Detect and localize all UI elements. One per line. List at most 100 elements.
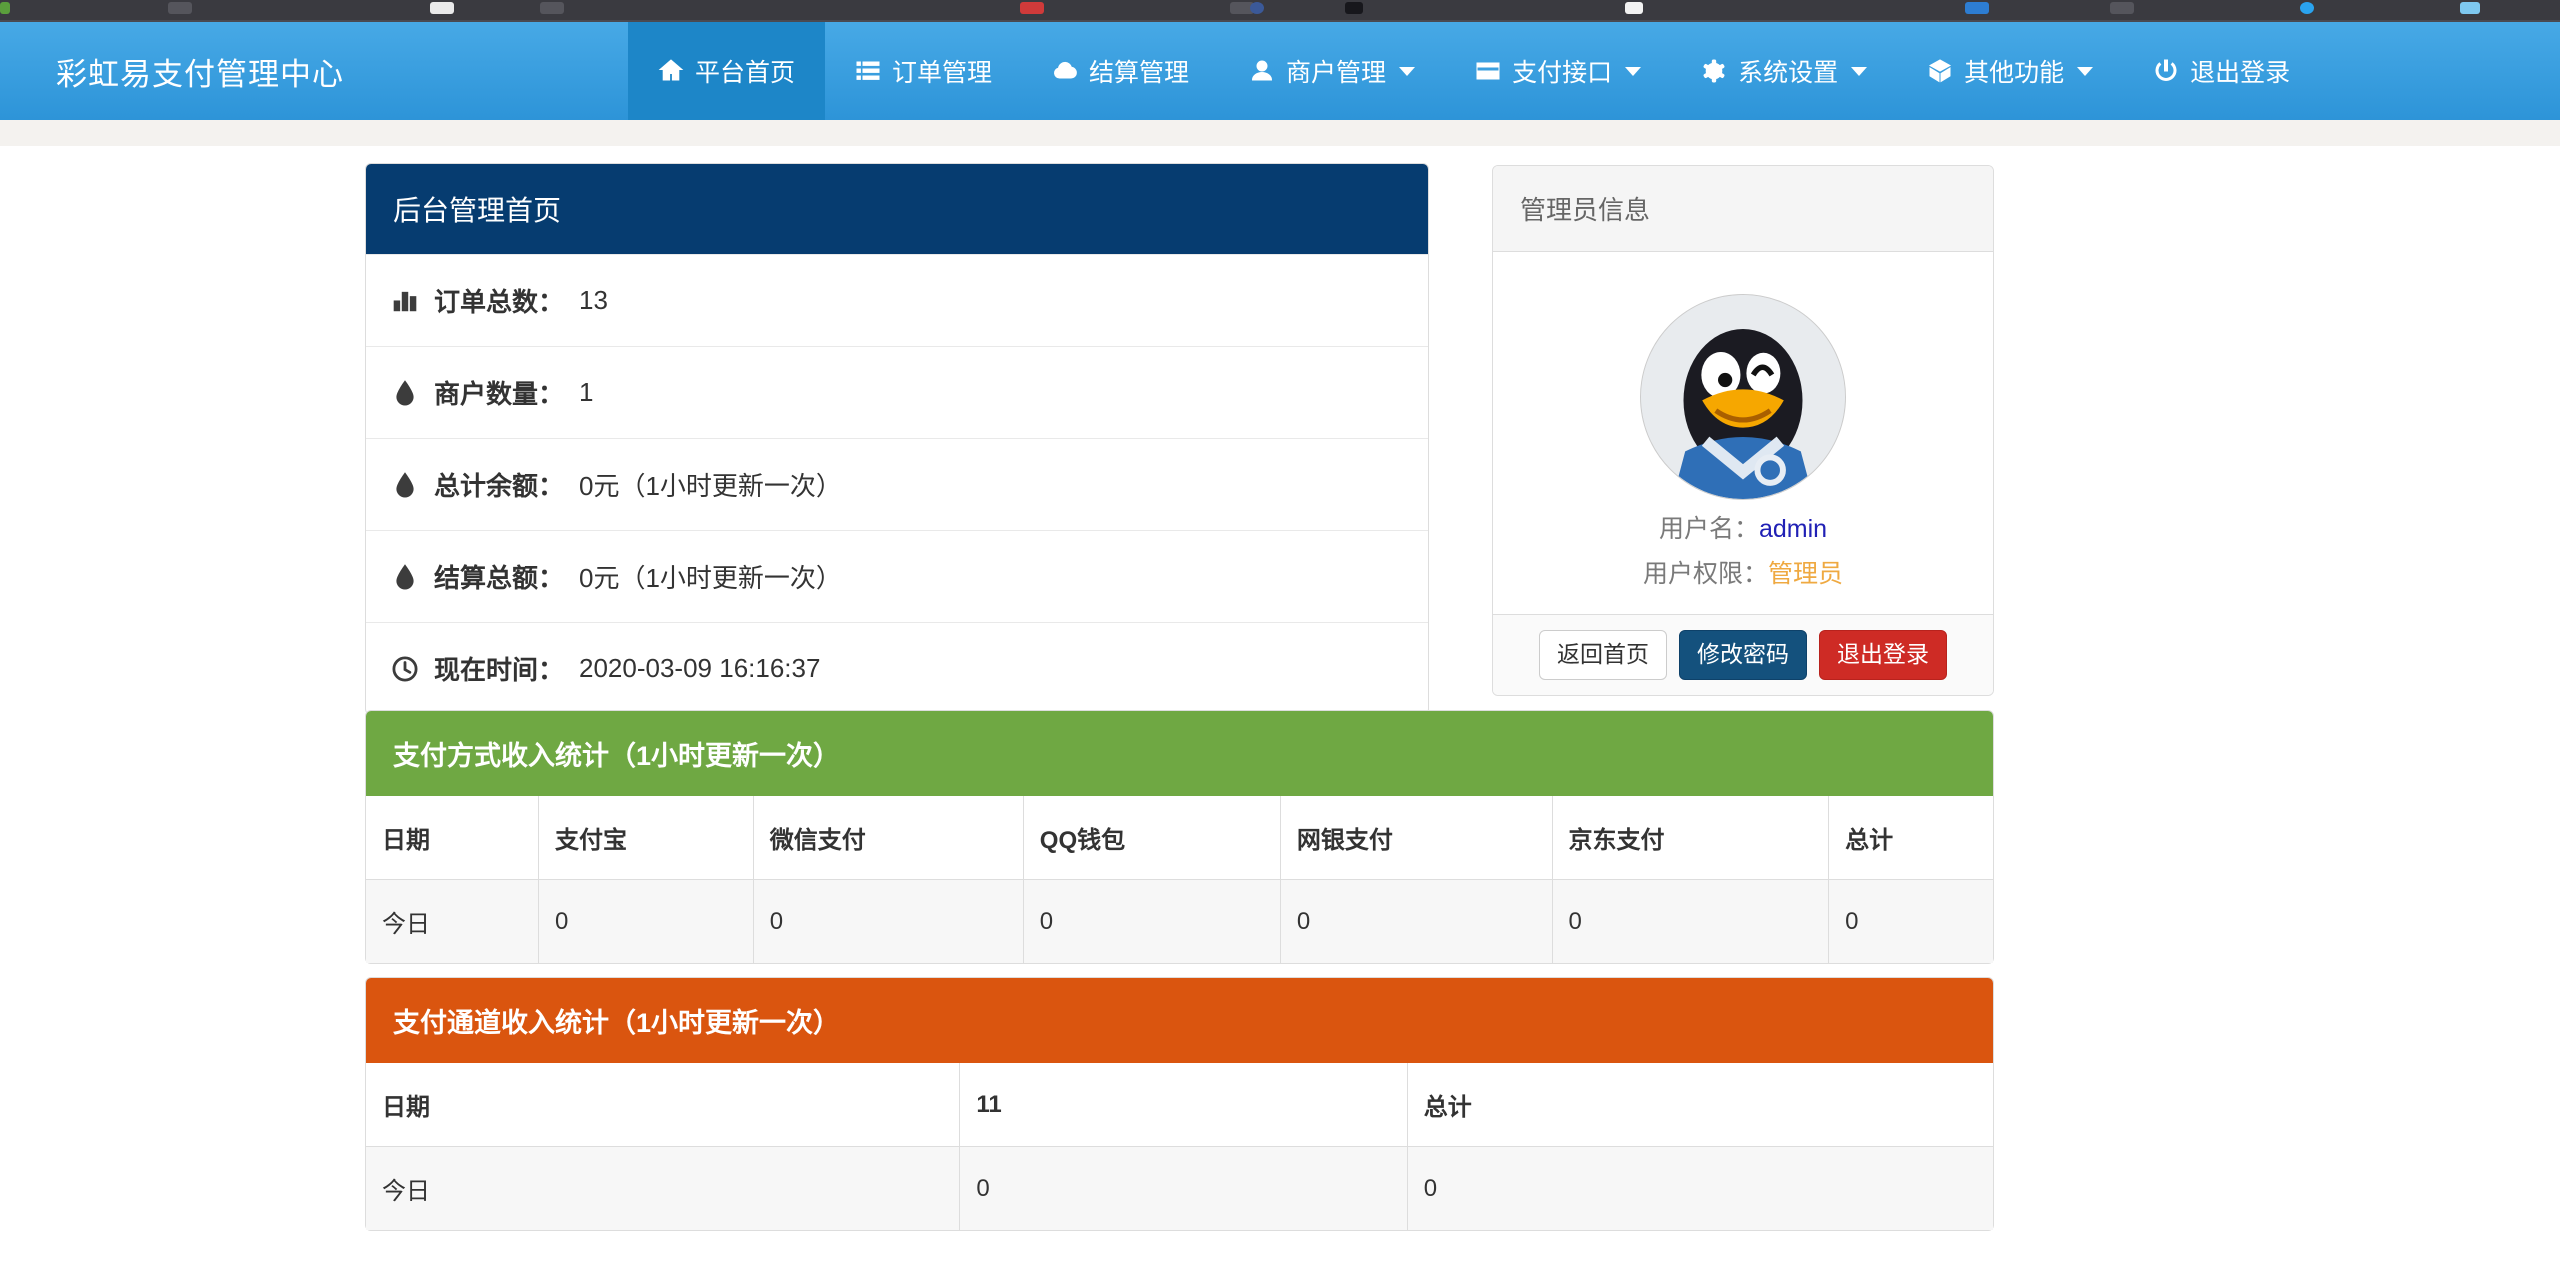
chevron-down-icon [1851,67,1867,76]
chevron-down-icon [2077,67,2093,76]
col-header-channel-11: 11 [960,1063,1407,1147]
taskbar-icon[interactable] [1625,2,1643,14]
cell-alipay: 0 [538,880,753,964]
credit-card-icon [1475,58,1501,84]
home-icon [658,58,684,84]
nav-item-logout[interactable]: 退出登录 [2123,22,2320,120]
taskbar-icon[interactable] [2460,2,2480,14]
taskbar-icon[interactable] [1965,2,1989,14]
nav-label: 系统设置 [1738,53,1838,89]
col-header-jd: 京东支付 [1552,796,1829,880]
nav-item-payment-api[interactable]: 支付接口 [1445,22,1671,120]
nav-label: 其他功能 [1964,53,2064,89]
nav-item-system-settings[interactable]: 系统设置 [1671,22,1897,120]
taskbar-icon[interactable] [168,2,192,14]
admin-info-panel: 管理员信息 用户名：admin 用户权限：管理员 返回首页 修改密 [1492,165,1994,696]
chevron-down-icon [1625,67,1641,76]
col-header-total: 总计 [1407,1063,1993,1147]
username-line: 用户名：admin [1493,509,1993,545]
facebook-icon[interactable] [1250,2,1264,14]
twitter-icon[interactable] [2300,2,2314,14]
change-password-button[interactable]: 修改密码 [1679,630,1807,680]
taskbar-icon[interactable] [2110,2,2134,14]
role-badge: 管理员 [1768,560,1843,588]
list-icon [855,58,881,84]
col-header-date: 日期 [366,796,538,880]
stat-label: 订单总数： [434,282,564,319]
cell-total: 0 [1407,1147,1993,1231]
nav-label: 订单管理 [892,53,992,89]
panel-title: 支付方式收入统计（1小时更新一次） [366,711,1993,796]
list-item-order-total: 订单总数： 13 [366,254,1428,346]
stat-value: 1 [579,377,593,408]
col-header-alipay: 支付宝 [538,796,753,880]
stat-label: 商户数量： [434,374,564,411]
taskbar-icon[interactable] [0,2,10,14]
role-label: 用户权限： [1643,560,1768,588]
cell-wechat: 0 [753,880,1023,964]
col-header-wechat: 微信支付 [753,796,1023,880]
stat-label: 现在时间： [434,650,564,687]
stat-value: 0元（1小时更新一次） [579,466,842,503]
cell-jd: 0 [1552,880,1829,964]
taskbar-icon[interactable] [540,2,564,14]
cell-date: 今日 [366,1147,960,1231]
droplet-icon [391,563,419,591]
cell-bank: 0 [1280,880,1552,964]
avatar [1640,294,1846,500]
cell-total: 0 [1829,880,1993,964]
list-item-merchant-count: 商户数量： 1 [366,346,1428,438]
brand-title[interactable]: 彩虹易支付管理中心 [56,22,344,120]
nav-item-platform-home[interactable]: 平台首页 [628,22,825,120]
payment-channel-stats-panel: 支付通道收入统计（1小时更新一次） 日期 11 总计 今日 0 0 [365,977,1994,1231]
taskbar-icon[interactable] [1345,2,1363,14]
qq-penguin-avatar [1641,295,1845,499]
username-link[interactable]: admin [1759,515,1827,543]
payment-method-table: 日期 支付宝 微信支付 QQ钱包 网银支付 京东支付 总计 今日 0 0 0 0… [366,796,1993,963]
taskbar-icon[interactable] [430,2,454,14]
chevron-down-icon [1399,67,1415,76]
table-header-row: 日期 支付宝 微信支付 QQ钱包 网银支付 京东支付 总计 [366,796,1993,880]
logout-button[interactable]: 退出登录 [1819,630,1947,680]
nav-label: 商户管理 [1286,53,1386,89]
col-header-date: 日期 [366,1063,960,1147]
clock-icon [391,655,419,683]
nav-label: 支付接口 [1512,53,1612,89]
col-header-total: 总计 [1829,796,1993,880]
panel-title: 管理员信息 [1493,166,1993,252]
list-item-current-time: 现在时间： 2020-03-09 16:16:37 [366,622,1428,714]
nav-item-other-functions[interactable]: 其他功能 [1897,22,2123,120]
nav-item-settlement[interactable]: 结算管理 [1022,22,1219,120]
user-icon [1249,58,1275,84]
cell-date: 今日 [366,880,538,964]
cloud-icon [1052,58,1078,84]
main-nav: 平台首页 订单管理 结算管理 商户管理 支付接口 系统设置 其他功能 [628,22,2320,120]
nav-label: 结算管理 [1089,53,1189,89]
navbar-shadow-band [0,120,2560,146]
table-row: 今日 0 0 [366,1147,1993,1231]
cube-icon [1927,58,1953,84]
gear-icon [1701,58,1727,84]
nav-label: 平台首页 [695,53,795,89]
os-taskbar [0,0,2560,22]
payment-channel-table: 日期 11 总计 今日 0 0 [366,1063,1993,1230]
nav-item-orders[interactable]: 订单管理 [825,22,1022,120]
username-label: 用户名： [1659,515,1759,543]
stat-label: 总计余额： [434,466,564,503]
admin-panel-footer: 返回首页 修改密码 退出登录 [1493,614,1993,695]
cell-channel-11: 0 [960,1147,1407,1231]
admin-home-panel: 后台管理首页 订单总数： 13 商户数量： 1 总计余额： 0元（1小时更新一次… [365,163,1429,715]
nav-item-merchants[interactable]: 商户管理 [1219,22,1445,120]
col-header-qq-wallet: QQ钱包 [1023,796,1280,880]
taskbar-icon[interactable] [1020,2,1044,14]
stat-value: 0元（1小时更新一次） [579,558,842,595]
panel-title: 后台管理首页 [366,164,1428,254]
panel-title: 支付通道收入统计（1小时更新一次） [366,978,1993,1063]
back-home-button[interactable]: 返回首页 [1539,630,1667,680]
bar-chart-icon [391,287,419,315]
col-header-bank: 网银支付 [1280,796,1552,880]
table-row: 今日 0 0 0 0 0 0 [366,880,1993,964]
role-line: 用户权限：管理员 [1493,554,1993,590]
payment-method-stats-panel: 支付方式收入统计（1小时更新一次） 日期 支付宝 微信支付 QQ钱包 网银支付 … [365,710,1994,964]
cell-qq-wallet: 0 [1023,880,1280,964]
